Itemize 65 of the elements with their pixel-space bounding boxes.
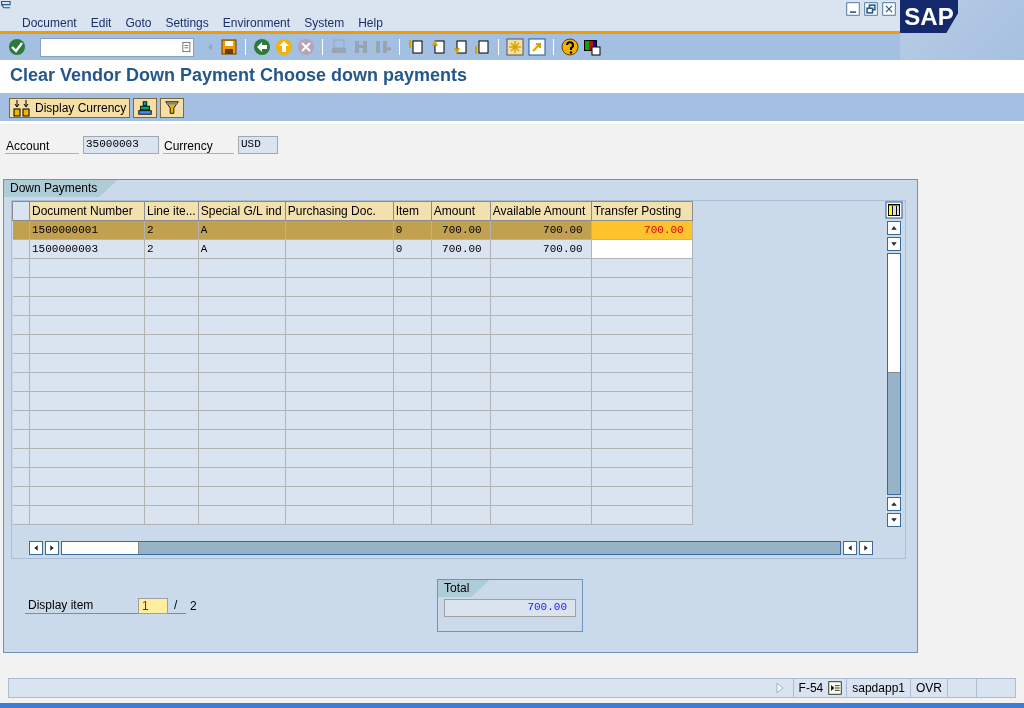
select-all-cell[interactable] (12, 201, 30, 221)
column-header[interactable]: Document Number (29, 201, 145, 221)
scroll-down-button[interactable] (887, 237, 901, 251)
total-field: 700.00 (444, 599, 576, 617)
last-page-icon[interactable] (473, 38, 491, 56)
list-icon[interactable] (828, 681, 843, 695)
scroll-left-button[interactable] (29, 541, 43, 555)
column-header[interactable]: Line ite... (144, 201, 199, 221)
vertical-scrollbar[interactable] (887, 253, 901, 495)
menu-item[interactable]: Document (22, 15, 77, 30)
field-label: Account (5, 136, 79, 154)
item-count: 2 (189, 599, 197, 614)
column-header[interactable]: Item (393, 201, 432, 221)
page-up-button[interactable] (887, 497, 901, 511)
group-title: Down Payments (4, 180, 118, 197)
account-field[interactable]: 35000003 (83, 136, 159, 154)
column-header[interactable]: Amount (431, 201, 491, 221)
restore-icon[interactable] (864, 2, 878, 16)
field-label: Currency (163, 136, 234, 154)
filter-button[interactable] (160, 98, 185, 118)
previous-page-icon[interactable] (429, 38, 447, 56)
display-currency-button[interactable]: Display Currency (9, 98, 131, 118)
close-icon[interactable] (882, 2, 896, 16)
menu-item[interactable]: Environment (222, 15, 291, 30)
menu-item[interactable]: System (304, 15, 345, 30)
sap-logo: SAP (900, 0, 958, 33)
scroll-left-button[interactable] (843, 541, 857, 555)
first-page-icon[interactable] (407, 38, 425, 56)
column-header[interactable]: Available Amount (490, 201, 592, 221)
scroll-right-button[interactable] (45, 541, 59, 555)
new-session-icon[interactable] (506, 38, 524, 56)
table-settings-icon[interactable] (885, 201, 903, 219)
save-icon[interactable] (220, 38, 238, 56)
currency-field[interactable]: USD (238, 136, 278, 154)
insert-mode[interactable]: OVR (910, 679, 947, 697)
pyramid-icon (137, 100, 154, 116)
menu-item[interactable]: Goto (125, 15, 152, 30)
menu-item[interactable]: Edit (90, 15, 112, 30)
field-history-icon[interactable] (179, 40, 193, 54)
display-item-field[interactable]: 1 (138, 598, 168, 614)
next-page-icon[interactable] (451, 38, 469, 56)
group-title: Total (438, 580, 490, 597)
column-header[interactable]: Purchasing Doc. (285, 201, 394, 221)
minimize-icon[interactable] (846, 2, 860, 16)
menu-item[interactable]: Settings (165, 15, 209, 30)
funnel-icon (164, 100, 181, 116)
command-field[interactable] (40, 37, 194, 57)
horizontal-scrollbar[interactable] (61, 541, 841, 555)
server-name: sapdapp1 (846, 679, 910, 697)
hierarchy-button[interactable] (133, 98, 158, 118)
scroll-right-button[interactable] (859, 541, 873, 555)
shortcut-icon[interactable] (528, 38, 546, 56)
layout-menu-icon[interactable] (583, 38, 601, 56)
scroll-up-button[interactable] (887, 221, 901, 235)
cancel-icon[interactable] (297, 38, 315, 56)
check-icon[interactable] (8, 38, 26, 56)
column-header[interactable]: Special G/L ind (198, 201, 286, 221)
separator-text: / (168, 598, 186, 614)
screen-title: Clear Vendor Down Payment Choose down payments (0, 60, 1024, 95)
back-icon[interactable] (253, 38, 271, 56)
menu-item[interactable]: Help (358, 15, 383, 30)
page-down-button[interactable] (887, 513, 901, 527)
arrows-down-icon (13, 99, 31, 117)
help-icon[interactable] (561, 38, 579, 56)
column-header[interactable]: Transfer Posting (591, 201, 693, 221)
